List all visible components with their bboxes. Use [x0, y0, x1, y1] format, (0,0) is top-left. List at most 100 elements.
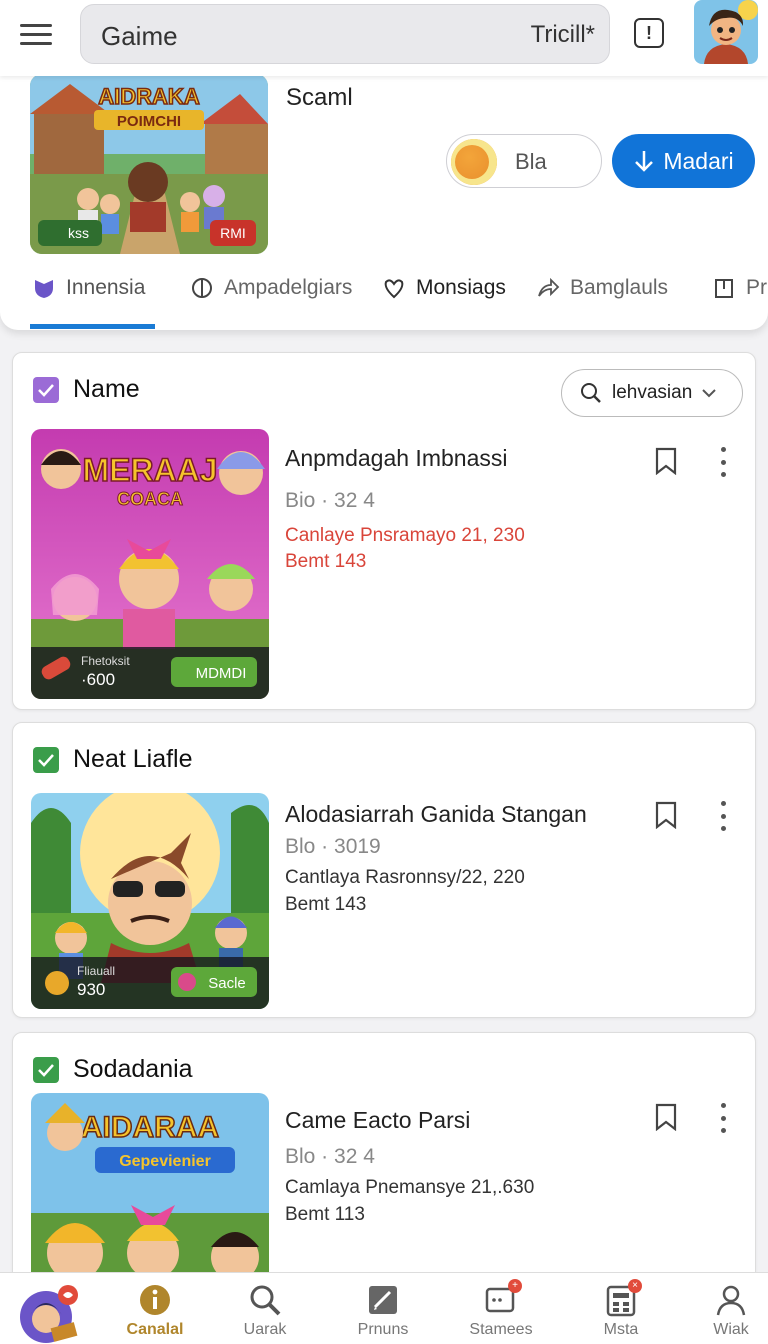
thumb-badge-right: MDMDI [196, 665, 247, 682]
message-icon: + [484, 1279, 522, 1317]
thumb-badge-label: Fliauall [77, 964, 115, 978]
download-button[interactable]: Madari [612, 134, 755, 188]
profile-avatar-icon [20, 1285, 78, 1343]
section-card: Sodadania AIDARAA Gepevienier Came Eacto… [12, 1032, 756, 1293]
share-icon [538, 277, 560, 297]
chevron-down-icon [702, 389, 716, 398]
game-thumbnail[interactable]: MERAAJ COACA Fhetoksit ·600 MDMDI [31, 429, 269, 699]
game-title[interactable]: Came Eacto Parsi [285, 1107, 470, 1134]
compass-icon [192, 278, 212, 298]
filter-dropdown[interactable]: lehvasian [561, 369, 743, 417]
thumb-subtitle: Gepevienier [119, 1153, 211, 1170]
nav-prnuns[interactable]: Prnuns [328, 1273, 438, 1344]
download-label: Madari [663, 147, 734, 174]
section-title: Name [73, 375, 140, 403]
game-sub: Bemt 113 [285, 1204, 365, 1225]
tab-bamglauls[interactable]: Bamglauls [536, 276, 668, 300]
game-meta: Bio · 32 4 [285, 489, 375, 512]
section-header: Neat Liafle [33, 745, 193, 774]
more-options-icon[interactable] [719, 1103, 727, 1133]
section-checkbox[interactable] [33, 746, 59, 773]
calculator-icon: × [604, 1279, 642, 1317]
game-release: Cantlaya Rasronnsy/22, 220 [285, 867, 525, 888]
nav-label: Wiak [713, 1321, 749, 1338]
tab-monsiags[interactable]: Monsiags [382, 276, 506, 300]
game-title[interactable]: Anpmdagah Imbnassi [285, 445, 507, 472]
filter-label: lehvasian [612, 382, 693, 403]
featured-toggle[interactable]: Bla [446, 134, 602, 188]
hamburger-menu-icon[interactable] [14, 14, 58, 54]
tab-label: Pr [746, 276, 767, 299]
featured-title: Scaml [286, 84, 353, 111]
user-avatar[interactable] [694, 0, 758, 64]
bottom-navigation: Canalal Uarak Prnuns + Stamees × Msta Wi… [0, 1272, 768, 1344]
game-sub: Bemt 143 [285, 551, 367, 572]
thumb-badge-right: Sacle [208, 975, 246, 992]
info-icon[interactable]: ! [634, 18, 664, 48]
shield-icon [35, 280, 53, 298]
nav-label: Msta [603, 1321, 639, 1338]
edit-icon [366, 1283, 400, 1317]
tab-label: Bamglauls [570, 276, 669, 299]
nav-msta[interactable]: × Msta [566, 1273, 676, 1344]
search-query: Gaime [101, 21, 178, 51]
game-thumbnail[interactable]: Fliauall 930 Sacle [31, 793, 269, 1009]
section-header: Name [33, 375, 140, 404]
game-meta: Blo · 3019 [285, 835, 381, 858]
tab-ampadelgiars[interactable]: Ampadelgiars [190, 276, 352, 300]
more-options-icon[interactable] [719, 447, 727, 477]
nav-label: Stamees [469, 1321, 533, 1338]
thumb-subtitle: COACA [117, 489, 183, 509]
thumb-badge-value: 930 [77, 980, 105, 999]
tab-innensia[interactable]: Innensia [29, 276, 156, 329]
tab-label: Ampadelgiars [224, 276, 353, 299]
featured-badge-right: RMI [220, 225, 246, 241]
bookmark-icon[interactable] [655, 801, 677, 829]
search-icon [248, 1283, 282, 1317]
nav-wiak[interactable]: Wiak [676, 1273, 768, 1344]
info-circle-icon [138, 1283, 172, 1317]
game-title[interactable]: Alodasiarrah Ganida Stangan [285, 801, 587, 828]
section-card: Neat Liafle Fliauall 930 Sacle Alodasiar… [12, 722, 756, 1018]
more-options-icon[interactable] [719, 801, 727, 831]
toggle-knob [451, 139, 497, 185]
user-icon [714, 1283, 748, 1317]
section-card: Name lehvasian MERAAJ COACA Fhetoksit ·6… [12, 352, 756, 710]
top-app-bar: Gaime Tricill* ! [0, 0, 768, 76]
category-tabs: Innensia Ampadelgiars Monsiags Bamglauls… [0, 262, 768, 329]
featured-thumbnail[interactable]: AIDRAKA POIMCHI kss RMI [30, 74, 268, 254]
featured-badge-left: kss [68, 225, 89, 241]
featured-game-panel: AIDRAKA POIMCHI kss RMI Scaml Bla Madari… [0, 60, 768, 330]
game-thumbnail[interactable]: AIDARAA Gepevienier [31, 1093, 269, 1293]
tab-label: Innensia [66, 276, 146, 299]
game-release: Canlaye Pnsramayo 21, 230 [285, 525, 525, 546]
heart-hand-icon [384, 279, 404, 299]
featured-thumb-subtitle: POIMCHI [117, 113, 181, 130]
thumb-badge-value: ·600 [81, 670, 115, 689]
featured-thumb-title: AIDRAKA [98, 84, 200, 109]
game-meta: Blo · 32 4 [285, 1145, 375, 1168]
bookmark-box-icon [715, 279, 733, 298]
search-icon [581, 383, 601, 403]
section-checkbox[interactable] [33, 1056, 59, 1083]
bookmark-icon[interactable] [655, 1103, 677, 1131]
section-checkbox[interactable] [33, 376, 59, 403]
section-title: Sodadania [73, 1055, 193, 1083]
game-release: Camlaya Pnemansye 21,.630 [285, 1177, 535, 1198]
game-sub: Bemt 143 [285, 894, 367, 915]
section-title: Neat Liafle [73, 745, 193, 773]
nav-stamees[interactable]: + Stamees [446, 1273, 556, 1344]
nav-canalal[interactable]: Canalal [100, 1273, 210, 1344]
search-trailing-text: Tricill* [530, 21, 595, 48]
nav-label: Canalal [126, 1321, 184, 1338]
nav-label: Uarak [243, 1321, 287, 1338]
nav-label: Prnuns [357, 1321, 409, 1338]
nav-uarak[interactable]: Uarak [210, 1273, 320, 1344]
nav-profile[interactable] [8, 1273, 88, 1344]
toggle-label: Bla [515, 149, 547, 174]
search-input[interactable]: Gaime Tricill* [80, 4, 610, 64]
tab-pr[interactable]: Pr [712, 276, 767, 300]
section-header: Sodadania [33, 1055, 193, 1084]
download-arrow-icon [635, 151, 654, 172]
bookmark-icon[interactable] [655, 447, 677, 475]
